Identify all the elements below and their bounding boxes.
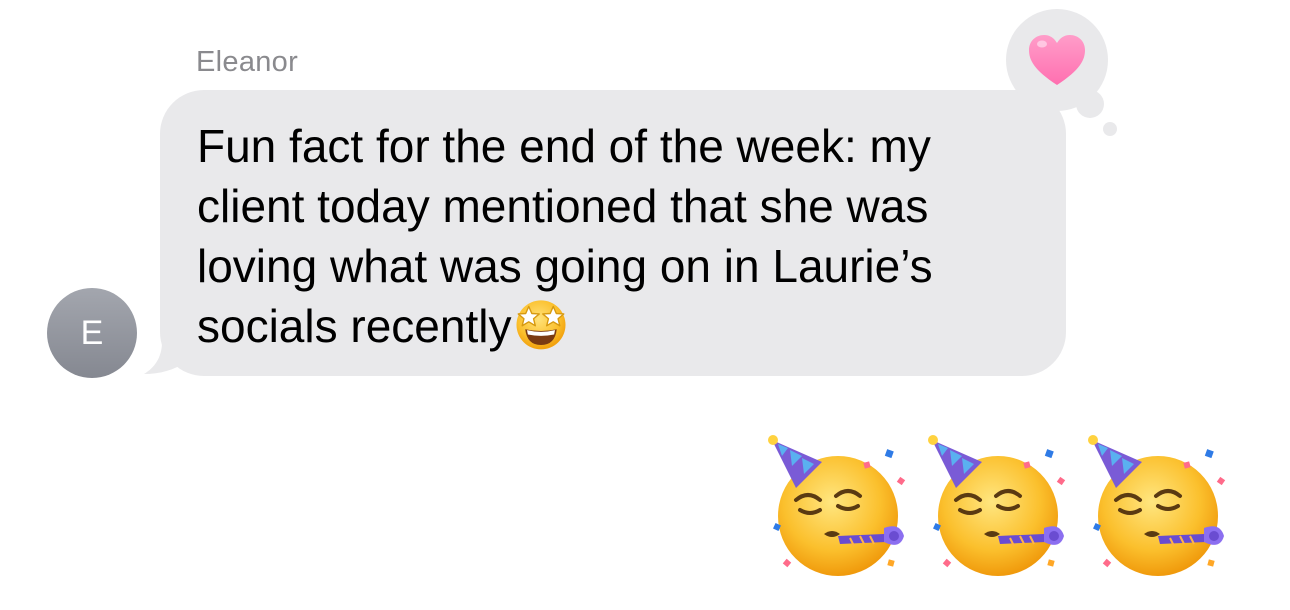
message-bubble[interactable]: Fun fact for the end of the week: my cli…: [160, 90, 1066, 376]
sender-name: Eleanor: [196, 46, 299, 78]
reply-emoji-row[interactable]: [766, 432, 1236, 582]
avatar-initial: E: [80, 313, 104, 352]
star-struck-emoji: [516, 300, 566, 350]
tapback-reaction[interactable]: [1006, 8, 1118, 138]
avatar[interactable]: E: [47, 288, 137, 378]
partying-face-emoji: [928, 435, 1066, 576]
partying-face-emoji: [768, 435, 906, 576]
message-text: Fun fact for the end of the week: my cli…: [197, 116, 1046, 356]
partying-face-emoji: [1088, 435, 1226, 576]
